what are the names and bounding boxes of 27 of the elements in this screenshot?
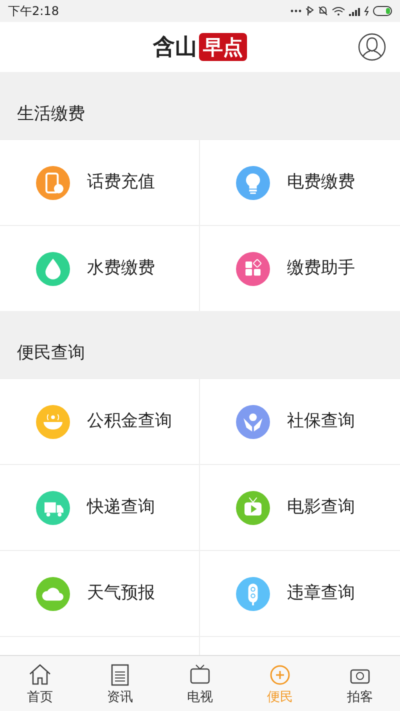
section-title: 生活缴费 [17, 102, 85, 126]
service-tile[interactable]: 天气预报 [0, 550, 200, 636]
service-tile[interactable]: 公积金查询 [0, 378, 200, 464]
bluetooth-icon [306, 6, 314, 16]
tab[interactable]: 电视 [160, 656, 240, 711]
section-title: 便民查询 [17, 342, 85, 364]
service-tile[interactable]: 缴费助手 [200, 225, 400, 311]
service-tile[interactable]: 话费充值 [0, 139, 200, 225]
service-tile[interactable]: 电影查询 [200, 464, 400, 550]
more-icon [290, 9, 302, 13]
status-time: 下午2:18 [8, 3, 59, 20]
signal-icon [349, 6, 360, 16]
service-tile[interactable]: 水费缴费 [0, 225, 200, 311]
wifi-icon [332, 6, 345, 16]
charging-icon [364, 6, 369, 16]
bell-icon [318, 6, 328, 16]
tab[interactable]: 资讯 [80, 656, 160, 711]
profile-icon[interactable] [358, 33, 386, 61]
service-tile[interactable]: 快递查询 [0, 464, 200, 550]
tab[interactable]: 首页 [0, 656, 80, 711]
service-tile[interactable]: 违章查询 [200, 550, 400, 636]
battery-icon [373, 6, 392, 16]
app-logo: 含山 早点 [153, 30, 247, 64]
tab[interactable]: 拍客 [320, 656, 400, 711]
home-icon [27, 662, 53, 688]
service-tile[interactable]: 社保查询 [200, 378, 400, 464]
service-tile[interactable]: 电费缴费 [200, 139, 400, 225]
